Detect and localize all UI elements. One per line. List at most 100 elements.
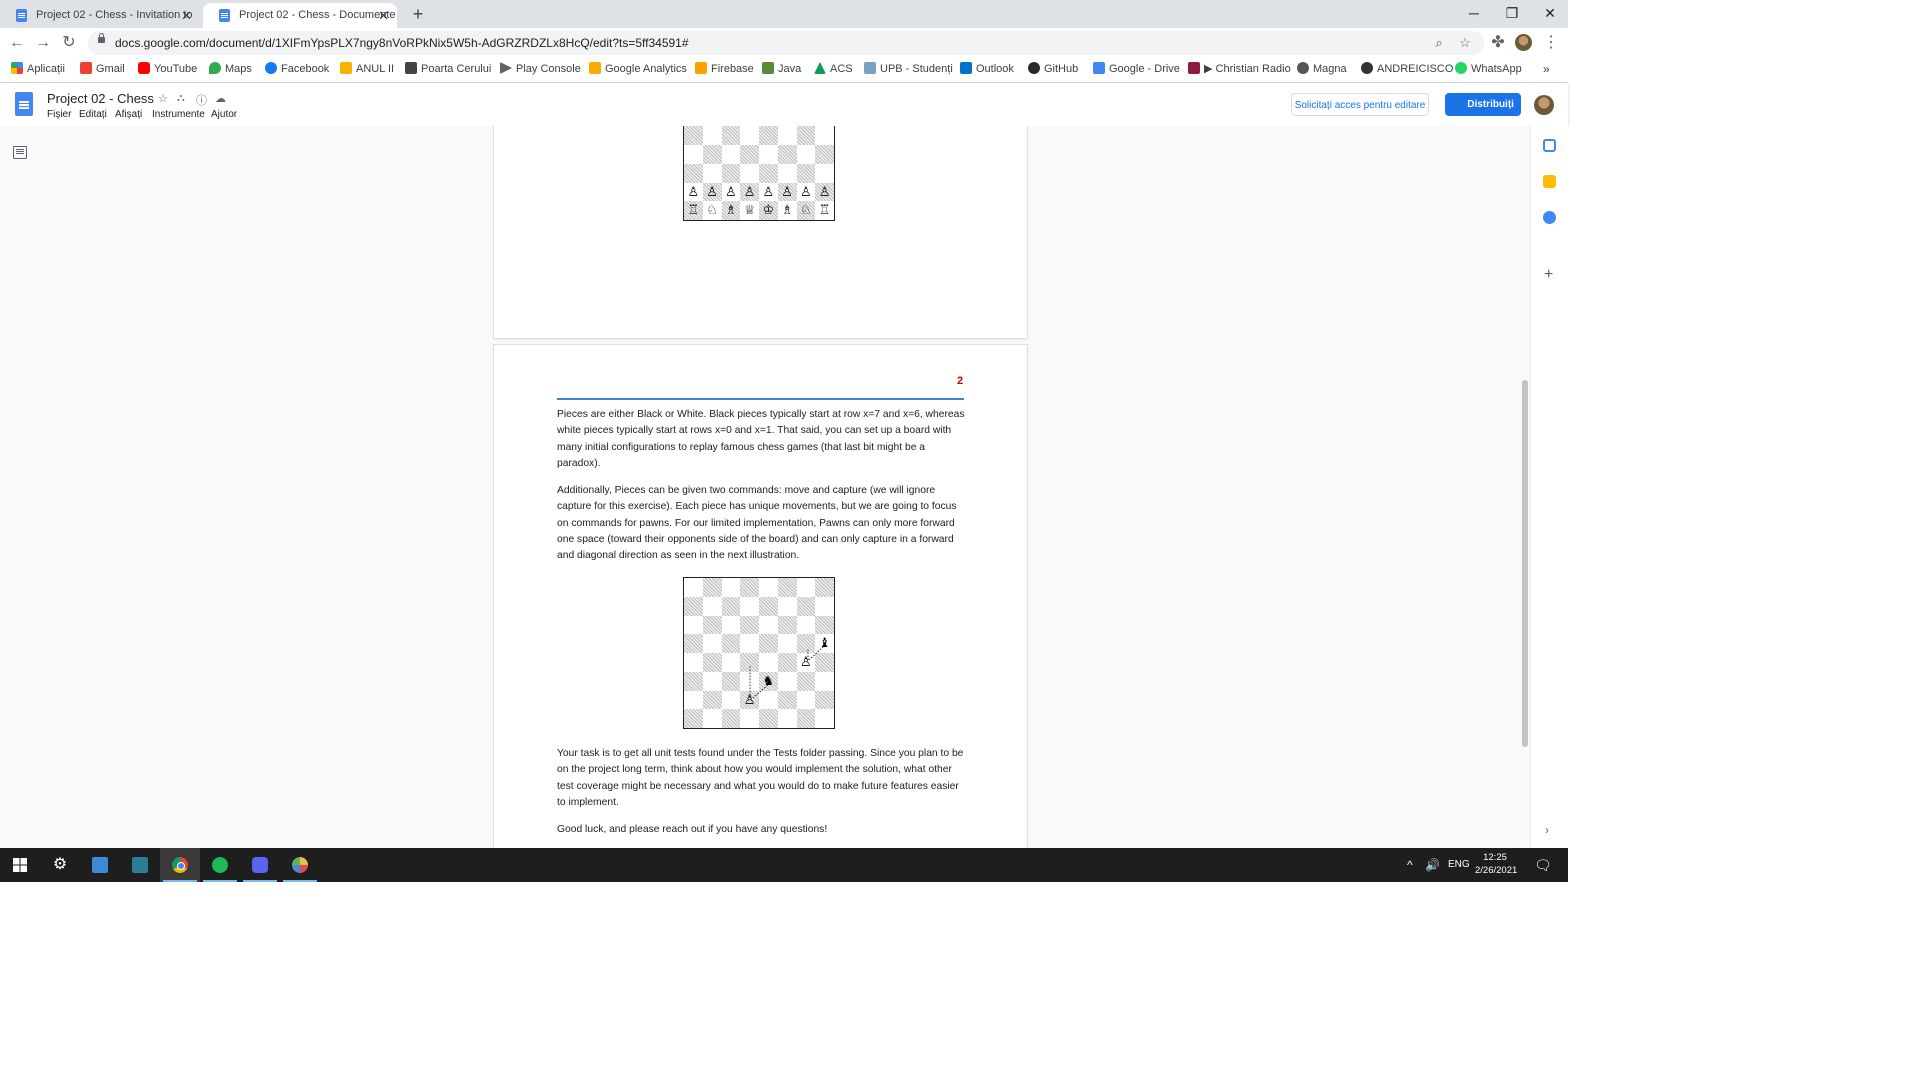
bookmark-google-drive[interactable]: Google - Drive [1093,58,1180,80]
restore-icon[interactable]: ❐ [1493,0,1531,28]
url-text[interactable]: docs.google.com/document/d/1XIFmYpsPLX7n… [115,31,689,55]
github-icon [1028,62,1040,74]
omnibox[interactable]: docs.google.com/document/d/1XIFmYpsPLX7n… [88,31,1484,55]
bookmark-maps[interactable]: Maps [209,58,252,80]
settings-gear-icon[interactable]: ⚙ [40,848,80,882]
star-icon[interactable]: ☆ [158,92,168,105]
menu-edit[interactable]: Editați [79,109,107,120]
board-square [778,126,797,145]
account-avatar[interactable] [1534,95,1554,115]
youtube-icon [138,62,150,74]
menu-help[interactable]: Ajutor [211,109,237,120]
board-square: ♖ [815,201,834,220]
show-side-panel-chevron-icon[interactable]: › [1545,823,1549,837]
bookmark-poarta-cerului[interactable]: Poarta Cerului [405,58,491,80]
clock-date: 2/26/2021 [1475,865,1518,876]
bookmark-whatsapp[interactable]: WhatsApp [1455,58,1522,80]
board-square: ♘ [796,201,816,220]
bookmark-gmail[interactable]: Gmail [80,58,125,80]
menu-tools[interactable]: Instrumente [152,109,205,120]
bookmark-facebook[interactable]: Facebook [265,58,329,80]
chess-piece: ♙ [818,184,831,200]
spotify-icon[interactable] [200,848,240,882]
new-tab-icon[interactable]: + [408,3,428,25]
board-square: ♖ [684,201,703,220]
cloud-status-icon[interactable]: ☁ [215,92,226,105]
system-clock[interactable]: 12:25 2/26/2021 [1475,851,1518,877]
tab-document-active[interactable]: Project 02 - Chess - Documente ✕ [203,3,397,28]
bookmarks-bar: Aplicații Gmail YouTube Maps Facebook AN… [0,58,1568,83]
show-hidden-icons-chevron[interactable]: ^ [1407,848,1413,882]
board-square [815,145,834,164]
tab-title: Project 02 - Chess - Documente [239,9,396,21]
add-ons-plus-icon[interactable]: + [1544,266,1553,284]
drive-icon [814,62,826,74]
document-title[interactable]: Project 02 - Chess [47,91,154,106]
close-tab-icon[interactable]: ✕ [181,3,192,28]
notification-center-icon[interactable]: 🗨 [1534,848,1552,882]
board-square: ♗ [778,201,797,220]
maps-pin-icon [209,62,221,74]
bookmark-youtube[interactable]: YouTube [138,58,197,80]
bookmark-star-icon[interactable]: ☆ [1456,34,1474,52]
outlook-icon [960,62,972,74]
paint-palette-icon[interactable] [280,848,320,882]
move-to-drive-icon[interactable]: ⛬ [177,92,185,105]
request-edit-access-button[interactable]: Solicitați acces pentru editare [1291,93,1429,116]
bookmark-outlook[interactable]: Outlook [960,58,1014,80]
magna-icon [1297,62,1309,74]
windows-start-icon[interactable] [0,848,40,882]
vertical-scrollbar[interactable] [1522,380,1528,747]
chess-piece: ♔ [762,203,775,219]
lock-icon[interactable] [98,33,105,43]
chrome-menu-icon[interactable]: ⋮ [1540,32,1562,54]
bookmark-google-analytics[interactable]: Google Analytics [589,58,687,80]
bookmark-upb-studenti[interactable]: UPB - Studenți [864,58,953,80]
terminal-app-icon[interactable] [120,848,160,882]
profile-avatar[interactable] [1515,34,1532,51]
bookmark-firebase[interactable]: Firebase [695,58,754,80]
extensions-puzzle-icon[interactable]: ✤ [1487,32,1509,54]
bookmark-apps[interactable]: Aplicații [11,58,65,80]
bookmark-acs[interactable]: ACS [814,58,853,80]
tab-invitation[interactable]: Project 02 - Chess - Invitation to ✕ [0,3,200,28]
chrome-taskbar-icon[interactable] [160,848,200,882]
volume-icon[interactable]: 🔊 [1425,848,1440,882]
bookmark-magna[interactable]: Magna [1297,58,1347,80]
share-button[interactable]: 👤 Distribuiți [1445,93,1521,116]
facebook-icon [265,62,277,74]
minimize-icon[interactable]: ─ [1455,0,1493,28]
board-square [703,126,722,145]
bookmark-christian-radio[interactable]: ▶ Christian Radio [1188,58,1291,80]
board-square [684,163,703,183]
board-square [684,126,703,145]
bookmark-github[interactable]: GitHub [1028,58,1078,80]
discord-icon[interactable] [240,848,280,882]
docs-logo-icon[interactable] [15,92,33,116]
menu-view[interactable]: Afișați [115,109,142,120]
zoom-search-icon[interactable]: ⌕ [1430,34,1448,52]
info-icon[interactable]: ⓘ [196,92,207,108]
address-bar-row: ← → ↻ docs.google.com/document/d/1XIFmYp… [0,28,1568,58]
document-outline-icon[interactable] [13,146,27,159]
board-square: ♙ [797,183,816,202]
keep-icon[interactable] [1543,175,1556,188]
reload-icon[interactable]: ↻ [58,32,80,54]
menu-file[interactable]: Fișier [47,109,71,120]
bookmark-play-console[interactable]: Play Console [500,58,581,80]
bookmark-anul-ii[interactable]: ANUL II [340,58,394,80]
bookmark-andreicisco[interactable]: ANDREICISCO [1361,58,1453,80]
android-studio-icon[interactable] [80,848,120,882]
forward-arrow-icon[interactable]: → [32,32,54,54]
back-arrow-icon[interactable]: ← [6,32,28,54]
board-square: ♙ [684,183,703,202]
more-bookmarks-chevron-icon[interactable]: » [1543,58,1550,80]
board-square: ♙ [759,183,778,202]
close-tab-icon[interactable]: ✕ [378,3,389,28]
close-window-icon[interactable]: ✕ [1531,0,1569,28]
board-square [777,145,797,164]
language-indicator[interactable]: ENG [1448,848,1470,882]
bookmark-java[interactable]: Java [762,58,801,80]
calendar-icon[interactable] [1543,139,1556,152]
tasks-icon[interactable] [1543,211,1556,224]
